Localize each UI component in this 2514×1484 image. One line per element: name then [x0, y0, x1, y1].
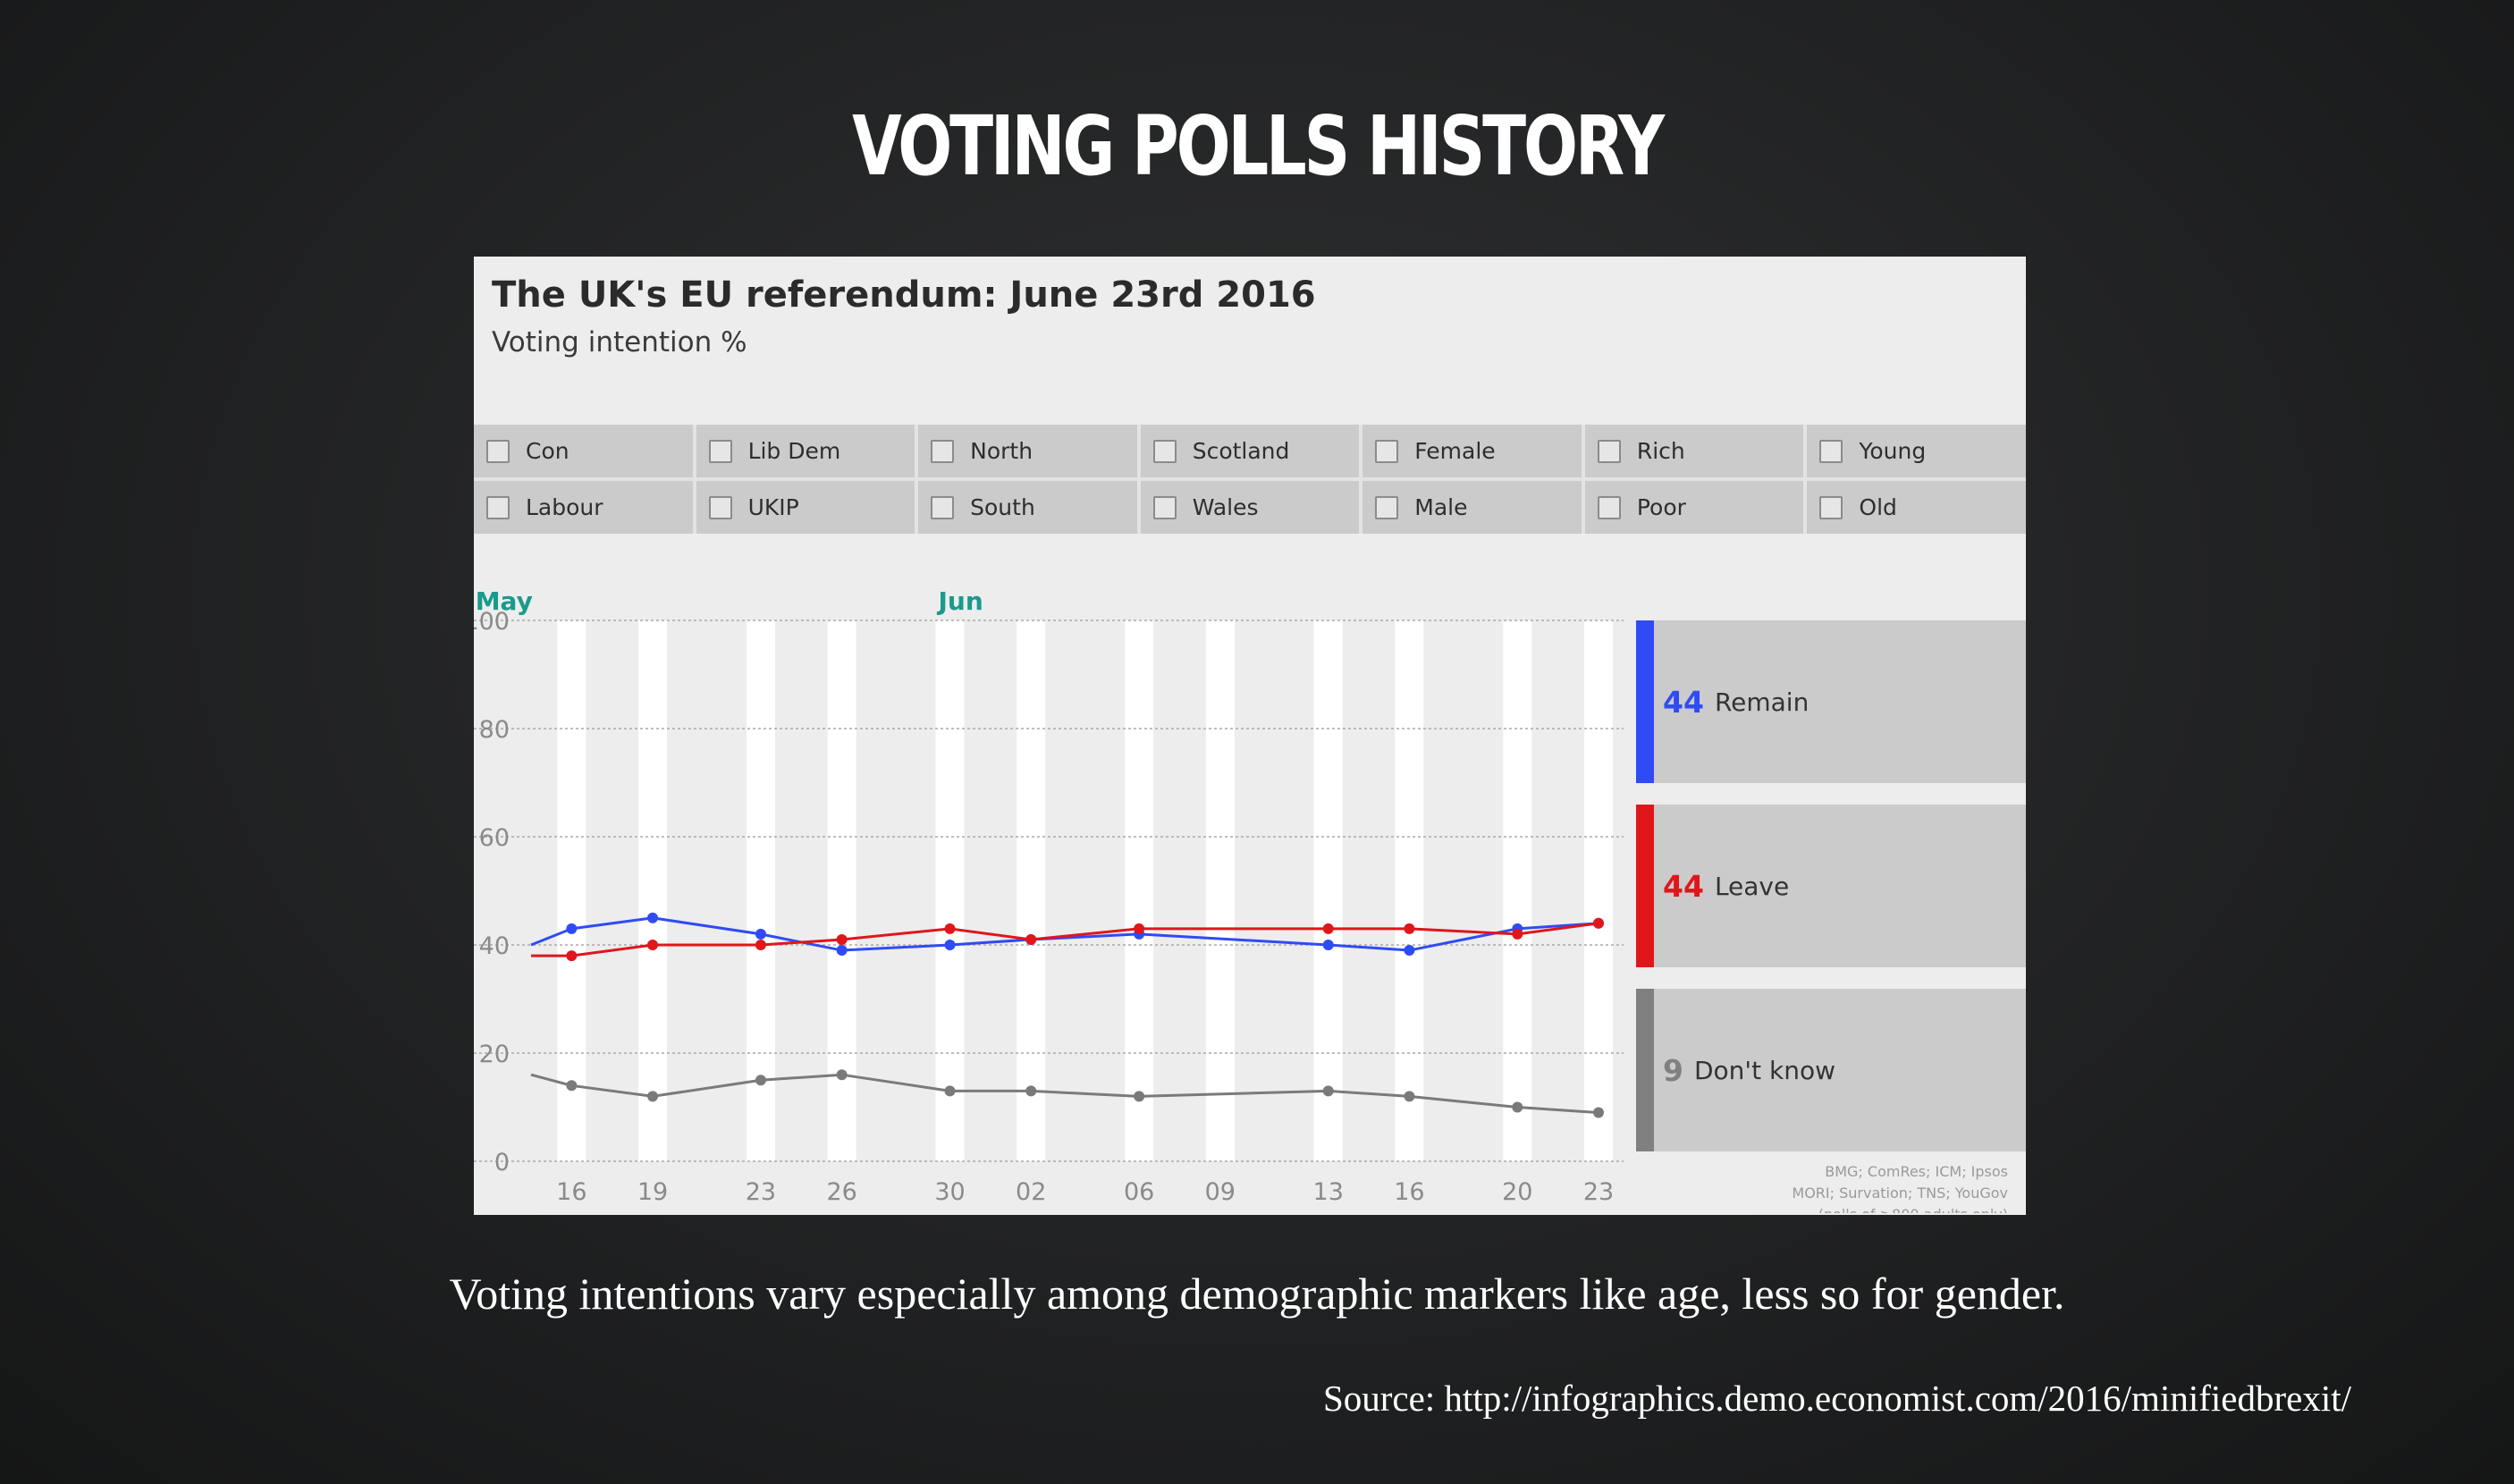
- data-point: [755, 1075, 766, 1086]
- data-point: [647, 940, 659, 950]
- y-tick-label: 40: [479, 932, 510, 960]
- data-point: [836, 945, 848, 957]
- data-point: [1322, 923, 1334, 934]
- source-line-1: BMG; ComRes; ICM; Ipsos: [1825, 1163, 2008, 1180]
- legend-remain[interactable]: 44 Remain: [1636, 620, 2026, 783]
- y-tick-label: 80: [479, 716, 510, 744]
- data-point: [1134, 923, 1145, 934]
- x-tick-label: 02: [1016, 1178, 1046, 1206]
- data-point: [1025, 1085, 1037, 1097]
- legend-value: 9: [1663, 1052, 1683, 1088]
- day-column: [1017, 620, 1046, 1161]
- legend-leave[interactable]: 44 Leave: [1636, 805, 2026, 967]
- slide-caption: Voting intentions vary especially among …: [449, 1269, 2065, 1319]
- data-point: [836, 1069, 848, 1081]
- checkbox-icon[interactable]: [1819, 495, 1843, 519]
- chart-panel: The UK's EU referendum: June 23rd 2016 V…: [474, 257, 2026, 1215]
- legend-swatch: [1636, 989, 1654, 1151]
- day-column: [935, 620, 965, 1161]
- slide-title: VOTING POLLS HISTORY: [852, 98, 1665, 194]
- data-point: [1512, 928, 1523, 940]
- y-tick-label: 20: [479, 1041, 510, 1068]
- x-tick-label: 20: [1502, 1178, 1532, 1206]
- source-line-2: MORI; Survation; TNS; YouGov: [1792, 1185, 2008, 1202]
- legend-name: Leave: [1714, 871, 1790, 901]
- filter-label: Old: [1859, 494, 1897, 520]
- day-column: [1313, 620, 1343, 1161]
- data-point: [566, 1080, 578, 1092]
- data-point: [944, 923, 956, 934]
- filter-label: Rich: [1636, 438, 1685, 464]
- y-tick-label: 60: [479, 824, 510, 852]
- day-column: [1395, 620, 1424, 1161]
- data-point: [1593, 917, 1604, 929]
- checkbox-icon[interactable]: [1819, 439, 1843, 463]
- data-point: [1512, 1101, 1523, 1113]
- x-tick-label: 26: [826, 1178, 856, 1206]
- series-line: [530, 1073, 1599, 1115]
- data-point: [836, 933, 848, 945]
- data-point: [1322, 1085, 1334, 1097]
- month-label: Jun: [936, 586, 983, 616]
- x-tick-label: 30: [934, 1178, 965, 1206]
- data-point: [647, 912, 659, 923]
- x-tick-label: 13: [1313, 1178, 1344, 1206]
- day-column: [1205, 620, 1235, 1161]
- data-point: [1404, 1091, 1415, 1102]
- legend-value: 44: [1663, 868, 1704, 904]
- filter-young[interactable]: Young: [1807, 425, 2026, 477]
- legend-name: Don't know: [1693, 1055, 1835, 1085]
- x-tick-label: 23: [746, 1178, 776, 1206]
- y-tick-label: 0: [494, 1149, 510, 1176]
- data-point: [755, 940, 766, 950]
- legend-dont-know[interactable]: 9 Don't know: [1636, 989, 2026, 1151]
- filter-label: Young: [1859, 438, 1927, 464]
- day-column: [1125, 620, 1154, 1161]
- series-line: [531, 922, 1599, 957]
- day-column: [827, 620, 856, 1161]
- data-point: [1593, 1107, 1604, 1118]
- data-point: [647, 1091, 659, 1102]
- data-point: [1404, 923, 1415, 934]
- data-point: [1025, 933, 1037, 945]
- legend-swatch: [1636, 805, 1654, 967]
- line-chart: 020406080100MayJun1619232630020609131620…: [474, 586, 1624, 1206]
- x-tick-label: 16: [1394, 1178, 1424, 1206]
- x-tick-label: 19: [637, 1178, 668, 1206]
- x-tick-label: 23: [1583, 1178, 1614, 1206]
- data-point: [1404, 945, 1415, 957]
- chart-sources: BMG; ComRes; ICM; Ipsos MORI; Survation;…: [1740, 1161, 2008, 1213]
- legend-name: Remain: [1714, 687, 1810, 717]
- day-column: [1584, 620, 1613, 1161]
- data-point: [944, 940, 956, 950]
- data-point: [944, 1085, 956, 1097]
- legend-swatch: [1636, 620, 1654, 783]
- source-line-3: (polls of ≥800 adults only): [1740, 1204, 2008, 1213]
- data-point: [566, 950, 578, 962]
- data-point: [755, 928, 766, 940]
- data-point: [1322, 940, 1334, 950]
- month-label: May: [476, 586, 533, 616]
- x-tick-label: 16: [556, 1178, 586, 1206]
- day-column: [638, 620, 668, 1161]
- x-tick-label: 09: [1205, 1178, 1236, 1206]
- day-column: [1503, 620, 1532, 1161]
- filter-old[interactable]: Old: [1807, 481, 2026, 534]
- day-column: [557, 620, 586, 1161]
- data-point: [1134, 1091, 1145, 1102]
- legend-value: 44: [1663, 684, 1704, 720]
- x-tick-label: 06: [1124, 1178, 1154, 1206]
- filter-label: Poor: [1636, 494, 1686, 520]
- source-link[interactable]: Source: http://infographics.demo.economi…: [1323, 1377, 2351, 1420]
- data-point: [566, 923, 578, 934]
